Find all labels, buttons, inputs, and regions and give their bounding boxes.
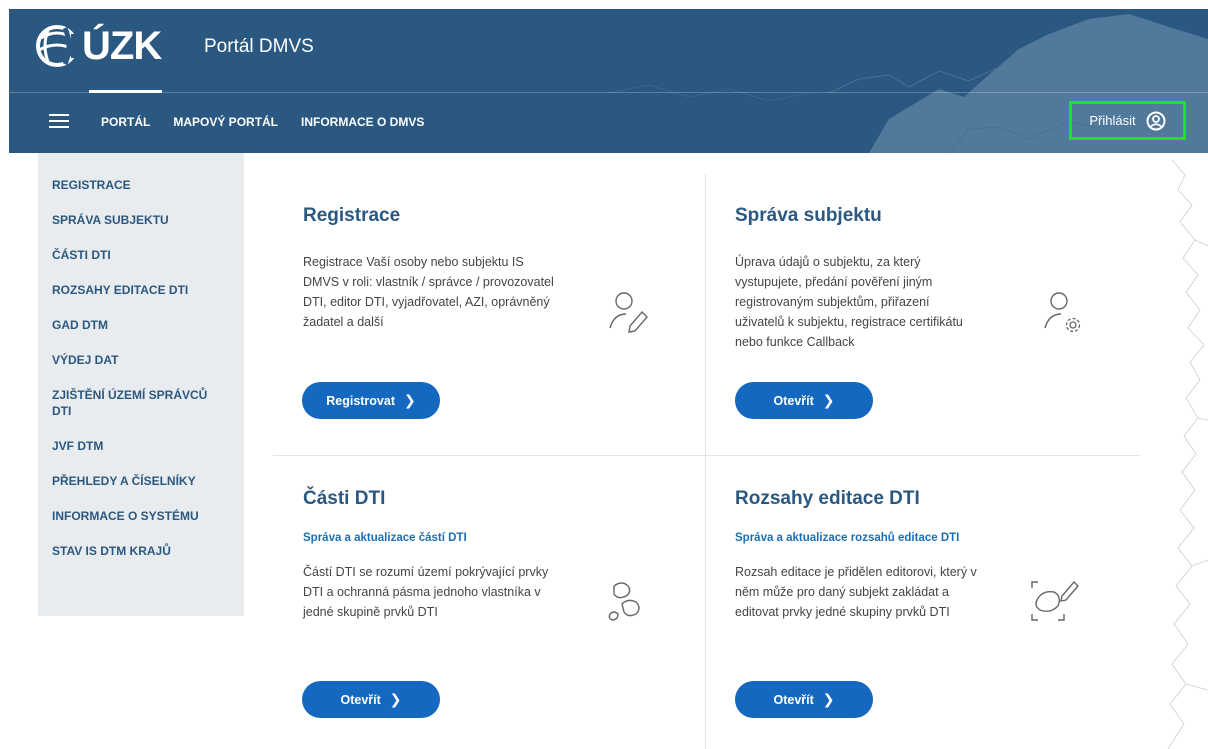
card-title: Rozsahy editace DTI [735, 488, 920, 509]
sidebar-item-prehledy[interactable]: PŘEHLEDY A ČÍSELNÍKY [38, 473, 244, 489]
card-title: Správa subjektu [735, 205, 882, 226]
nav-dmvs-info[interactable]: INFORMACE O DMVS [301, 107, 424, 137]
sidebar-item-sprava-subjektu[interactable]: SPRÁVA SUBJEKTU [38, 212, 244, 228]
card-description: Registrace Vaší osoby nebo subjektu IS D… [303, 255, 554, 329]
user-circle-icon [1146, 111, 1166, 130]
sidebar-item-informace-o-systemu[interactable]: INFORMACE O SYSTÉMU [38, 508, 244, 524]
areas-icon [608, 582, 640, 621]
open-casti-button[interactable]: Otevřít ❯ [302, 681, 440, 718]
nav-portal[interactable]: PORTÁL [88, 90, 163, 137]
header-separator [9, 92, 1208, 93]
sidebar-item-casti-dti[interactable]: ČÁSTI DTI [38, 247, 244, 263]
nav-map-portal[interactable]: MAPOVÝ PORTÁL [173, 107, 278, 137]
open-button-label: Otevřít [340, 692, 381, 707]
chevron-right-icon: ❯ [404, 392, 416, 408]
login-label: Přihlásit [1089, 113, 1136, 128]
menu-icon[interactable] [49, 114, 69, 128]
login-button[interactable]: Přihlásit [1069, 101, 1186, 140]
chevron-right-icon: ❯ [822, 392, 835, 408]
chevron-right-icon: ❯ [822, 691, 835, 707]
card-subtitle: Správa a aktualizace rozsahů editace DTI [735, 532, 960, 544]
cuzk-logo[interactable]: ÚZK [35, 23, 162, 68]
card-title: Části DTI [303, 488, 386, 509]
user-edit-icon [609, 292, 648, 333]
user-settings-icon [1044, 292, 1081, 333]
card-registrace: Registrace Registrace Vaší osoby nebo su… [303, 205, 563, 332]
card-casti-dti: Části DTI Správa a aktualizace částí DTI… [303, 488, 563, 622]
site-header: ÚZK Portál DMVS PORTÁL MAPOVÝ PORTÁL INF… [9, 9, 1208, 153]
sidebar-item-gad-dtm[interactable]: GAD DTM [38, 317, 244, 333]
area-edit-icon [1031, 580, 1079, 621]
card-subtitle: Správa a aktualizace částí DTI [303, 532, 467, 544]
register-button-label: Registrovat [326, 393, 396, 408]
portal-title: Portál DMVS [204, 36, 314, 57]
open-sprava-button[interactable]: Otevřít ❯ [735, 382, 873, 419]
register-button[interactable]: Registrovat ❯ [302, 382, 440, 419]
sidebar: REGISTRACE SPRÁVA SUBJEKTU ČÁSTI DTI ROZ… [38, 153, 244, 616]
card-sprava-subjektu: Správa subjektu Úprava údajů o subjektu,… [735, 205, 995, 352]
cuzk-emblem-icon [36, 25, 81, 67]
card-divider-vertical [705, 174, 706, 749]
sidebar-item-zjisteni-uzemi[interactable]: ZJIŠTĚNÍ ÚZEMÍ SPRÁVCŮ DTI [38, 387, 228, 419]
sidebar-item-registrace[interactable]: REGISTRACE [38, 177, 244, 193]
open-button-label: Otevřít [773, 692, 814, 707]
chevron-right-icon: ❯ [389, 691, 402, 707]
card-rozsahy-editace: Rozsahy editace DTI Správa a aktualizace… [735, 488, 1015, 622]
open-rozsahy-button[interactable]: Otevřít ❯ [735, 681, 873, 718]
card-divider-horizontal [273, 455, 1140, 456]
logo-text: ÚZK [82, 23, 162, 68]
card-description: Úprava údajů o subjektu, za který vystup… [735, 255, 963, 349]
sidebar-item-jvf-dtm[interactable]: JVF DTM [38, 438, 244, 454]
card-title: Registrace [303, 205, 401, 226]
card-description: Rozsah editace je přidělen editorovi, kt… [735, 565, 977, 619]
sidebar-item-rozsahy-editace[interactable]: ROZSAHY EDITACE DTI [38, 282, 244, 298]
card-description: Částí DTI se rozumí území pokrývající pr… [303, 565, 549, 619]
main-nav: PORTÁL MAPOVÝ PORTÁL INFORMACE O DMVS [88, 90, 447, 137]
open-button-label: Otevřít [773, 393, 814, 408]
sidebar-item-vydej-dat[interactable]: VÝDEJ DAT [38, 352, 244, 368]
sidebar-item-stav-is-dtm[interactable]: STAV IS DTM KRAJŮ [38, 543, 244, 559]
